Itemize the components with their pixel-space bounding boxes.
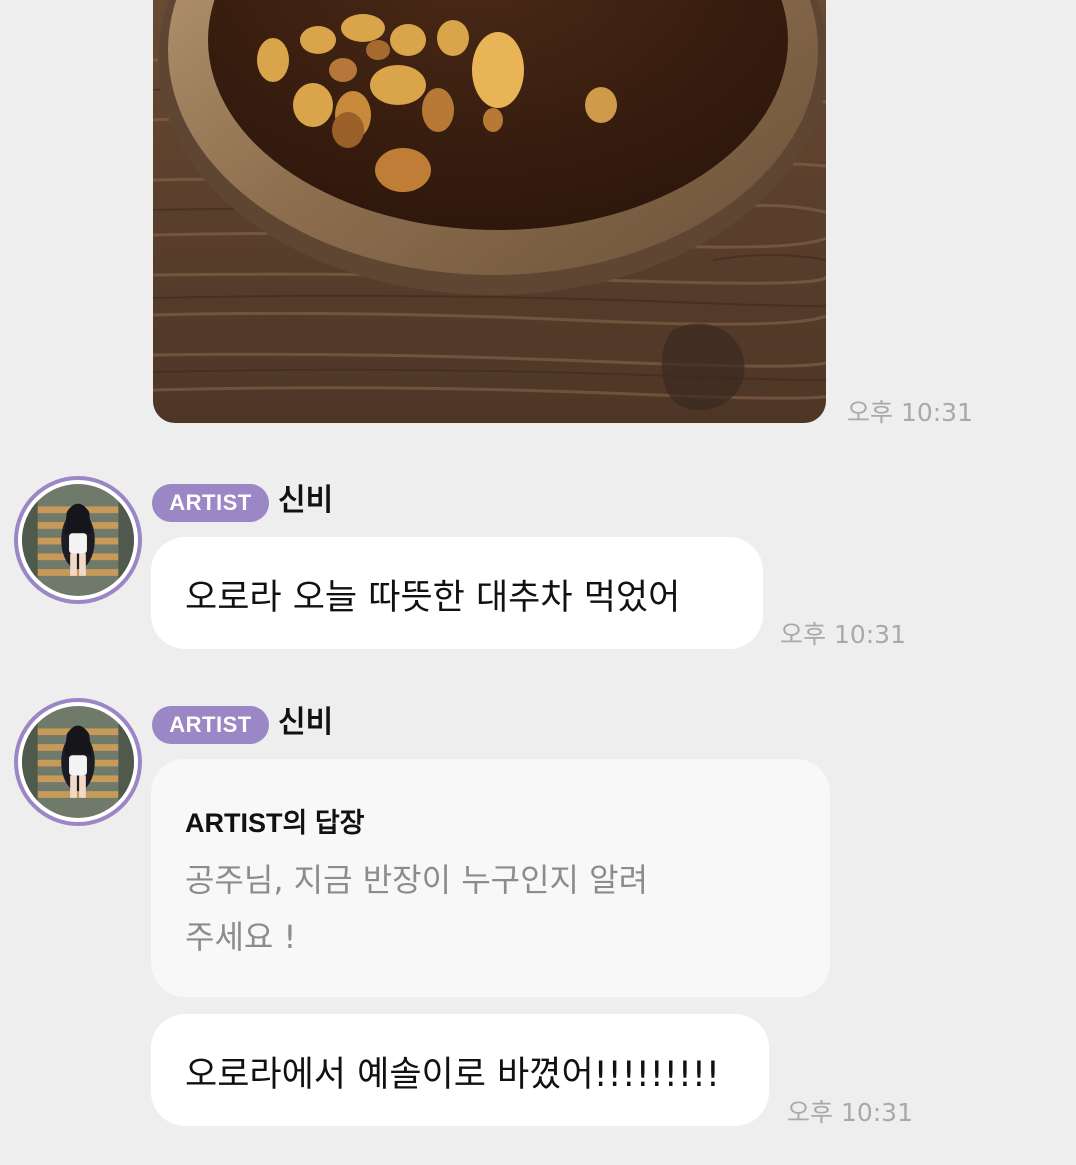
message-bubble[interactable]: 오로라 오늘 따뜻한 대추차 먹었어 bbox=[151, 537, 763, 649]
tea-photo-image bbox=[153, 0, 826, 423]
message-timestamp: 오후 10:31 bbox=[780, 620, 906, 649]
message-text: 오로라 오늘 따뜻한 대추차 먹었어 bbox=[185, 578, 681, 618]
reply-quote-line: 공주님, 지금 반장이 누구인지 알려 bbox=[185, 861, 649, 899]
sender-name: 신비 bbox=[278, 705, 334, 740]
reply-quote-bubble[interactable]: ARTIST의 답장 공주님, 지금 반장이 누구인지 알려 주세요 ! bbox=[151, 759, 830, 997]
message-bubble[interactable]: 오로라에서 예솔이로 바꼈어!!!!!!!!! bbox=[151, 1014, 769, 1126]
artist-profile-image bbox=[22, 706, 134, 818]
reply-quote-line: 주세요 ! bbox=[185, 918, 297, 956]
artist-badge: ARTIST bbox=[152, 484, 269, 522]
reply-quote-text: 공주님, 지금 반장이 누구인지 알려 주세요 ! bbox=[185, 852, 796, 966]
sender-name: 신비 bbox=[278, 483, 334, 518]
message-text: 오로라에서 예솔이로 바꼈어!!!!!!!!! bbox=[185, 1055, 720, 1095]
artist-profile-image bbox=[22, 484, 134, 596]
avatar[interactable] bbox=[14, 698, 142, 826]
chat-photo[interactable] bbox=[153, 0, 826, 423]
message-timestamp: 오후 10:31 bbox=[847, 398, 973, 427]
avatar[interactable] bbox=[14, 476, 142, 604]
reply-title: ARTIST의 답장 bbox=[185, 808, 365, 838]
message-timestamp: 오후 10:31 bbox=[787, 1098, 913, 1127]
artist-badge: ARTIST bbox=[152, 706, 269, 744]
